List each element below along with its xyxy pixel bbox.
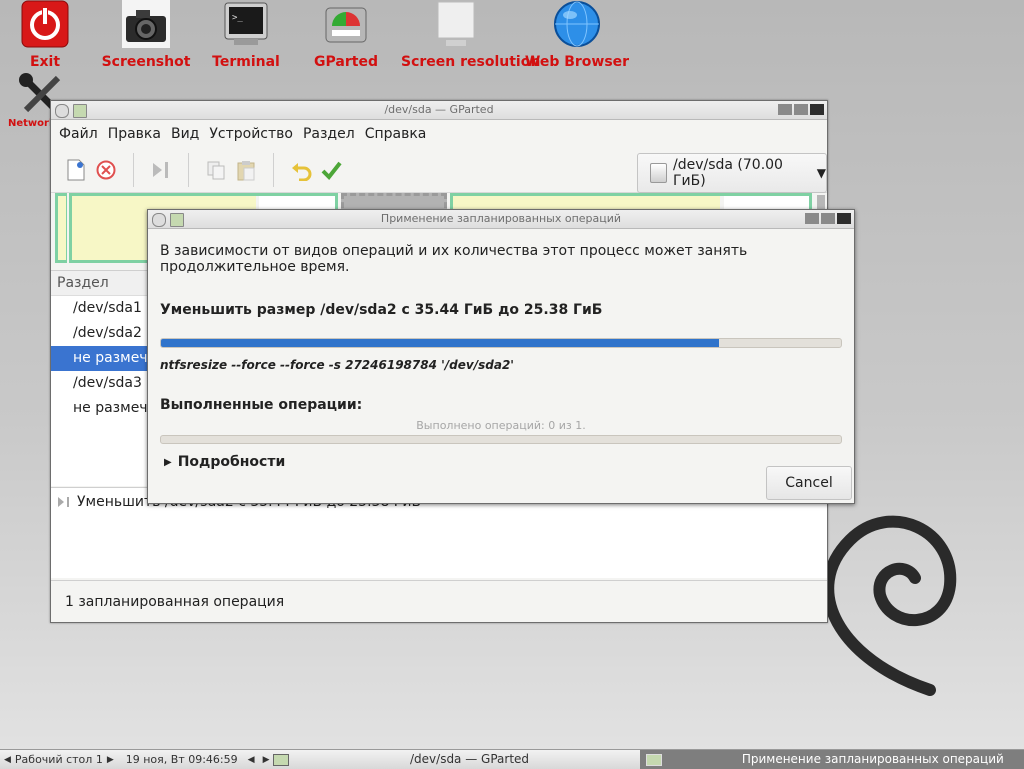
partition-row[interactable]: /dev/sda3: [51, 371, 149, 396]
menu-help[interactable]: Справка: [365, 126, 437, 142]
dialog-intro-text: В зависимости от видов операций и их кол…: [160, 243, 748, 275]
monitor-icon: [432, 0, 480, 48]
menu-file[interactable]: Файл: [59, 126, 108, 142]
details-expander[interactable]: ▶ Подробности: [160, 454, 842, 470]
overall-progress-bar: [160, 435, 842, 444]
desktop-icon-terminal[interactable]: >_ Terminal: [191, 0, 301, 70]
dialog-title: Применение запланированных операций: [380, 212, 622, 225]
minimize-button[interactable]: [778, 104, 792, 115]
delete-icon[interactable]: [91, 155, 121, 185]
desktop-icon-screenshot[interactable]: Screenshot: [91, 0, 201, 70]
terminal-icon: >_: [222, 0, 270, 48]
window-title: /dev/sda — GParted: [384, 103, 494, 116]
disk-icon: [650, 163, 667, 183]
window-titlebar[interactable]: /dev/sda — GParted: [51, 101, 827, 120]
paste-icon[interactable]: [231, 155, 261, 185]
desktop-icon-label: Screen resolution: [401, 54, 541, 70]
close-button[interactable]: [810, 104, 824, 115]
camera-icon: [122, 0, 170, 48]
copy-icon[interactable]: [201, 155, 231, 185]
desktop-icon-label: Terminal: [212, 54, 280, 70]
chevron-down-icon: ▼: [816, 166, 826, 180]
desktop-icon-screen-resolution[interactable]: Screen resolution: [401, 0, 541, 70]
expander-arrow-icon: ▶: [164, 456, 172, 468]
apply-icon[interactable]: [316, 155, 346, 185]
column-header-partition[interactable]: Раздел: [51, 271, 149, 296]
next-desktop-icon[interactable]: ▶: [103, 755, 118, 765]
desktop-icon-label: GParted: [314, 54, 378, 70]
clock: 19 ноя, Вт 09:46:59: [125, 753, 238, 766]
menu-view[interactable]: Вид: [171, 126, 209, 142]
svg-text:>_: >_: [232, 13, 243, 23]
close-button[interactable]: [837, 213, 851, 224]
task-app-icon: [646, 754, 662, 766]
globe-icon: [553, 0, 601, 48]
current-command: ntfsresize --force --force -s 2724619878…: [160, 358, 514, 372]
dialog-titlebar[interactable]: Применение запланированных операций: [148, 210, 854, 229]
task-label: Применение запланированных операций: [741, 752, 1004, 766]
status-bar: 1 запланированная операция: [51, 580, 827, 622]
desktop-icon-gparted[interactable]: GParted: [291, 0, 401, 70]
desktop-icon-label: Exit: [29, 54, 61, 70]
desktop-icon-label: Web Browser: [524, 54, 630, 70]
app-icon: [73, 104, 87, 118]
partition-row[interactable]: /dev/sda2: [51, 321, 149, 346]
task-apply-dialog[interactable]: Применение запланированных операций: [640, 750, 1024, 769]
app-icon: [170, 213, 184, 227]
maximize-button[interactable]: [821, 213, 835, 224]
resize-move-icon[interactable]: [146, 155, 176, 185]
device-selector[interactable]: /dev/sda (70.00 ГиБ) ▼: [637, 153, 827, 193]
window-menu-icon[interactable]: [55, 104, 69, 118]
menu-partition[interactable]: Раздел: [303, 126, 365, 142]
prev-desktop-icon[interactable]: ◀: [0, 755, 15, 765]
partition-row[interactable]: /dev/sda1: [51, 296, 149, 321]
device-selector-label: /dev/sda (70.00 ГиБ): [672, 157, 783, 189]
task-label: /dev/sda — GParted: [410, 752, 530, 766]
partition-row-selected[interactable]: не размечено: [51, 346, 149, 371]
toolbar: /dev/sda (70.00 ГиБ) ▼: [51, 148, 827, 193]
operation-progress-bar: [160, 338, 842, 348]
completed-operations-header: Выполненные операции:: [160, 397, 363, 413]
partition-row[interactable]: не размечено: [51, 396, 149, 421]
desktop-icon-label: Screenshot: [101, 54, 191, 70]
current-operation-title: Уменьшить размер /dev/sda2 с 35.44 ГиБ д…: [160, 302, 603, 318]
desktop-icon-web-browser[interactable]: Web Browser: [522, 0, 632, 70]
gparted-icon: [322, 0, 370, 48]
new-partition-icon[interactable]: [61, 155, 91, 185]
undo-icon[interactable]: [286, 155, 316, 185]
task-gparted[interactable]: /dev/sda — GParted: [410, 750, 529, 769]
apply-operations-dialog: Применение запланированных операций В за…: [147, 209, 855, 504]
desktop-name[interactable]: Рабочий стол 1: [15, 753, 103, 766]
details-label: Подробности: [177, 454, 286, 470]
menu-edit[interactable]: Правка: [108, 126, 171, 142]
power-icon: [21, 0, 69, 48]
partition-list: Раздел /dev/sda1 /dev/sda2 не размечено …: [51, 270, 149, 486]
menubar: Файл Правка Вид Устройство Раздел Справк…: [51, 120, 827, 148]
resize-icon: [58, 497, 69, 507]
minimize-button[interactable]: [805, 213, 819, 224]
taskbar: ◀ Рабочий стол 1 ▶ 19 ноя, Вт 09:46:59 ◀…: [0, 749, 1024, 769]
completed-operations-count: Выполнено операций: 0 из 1.: [416, 419, 586, 432]
prev-task-icon[interactable]: ◀: [244, 755, 259, 765]
next-task-icon[interactable]: ▶: [259, 755, 274, 765]
menu-device[interactable]: Устройство: [209, 126, 303, 142]
window-menu-icon[interactable]: [152, 213, 166, 227]
task-app-icon: [273, 753, 290, 766]
desktop-icon-exit[interactable]: Exit: [0, 0, 100, 70]
cancel-button[interactable]: Cancel: [766, 466, 852, 500]
operation-progress-fill: [161, 339, 719, 347]
graph-partition-sda1[interactable]: [55, 193, 67, 263]
maximize-button[interactable]: [794, 104, 808, 115]
